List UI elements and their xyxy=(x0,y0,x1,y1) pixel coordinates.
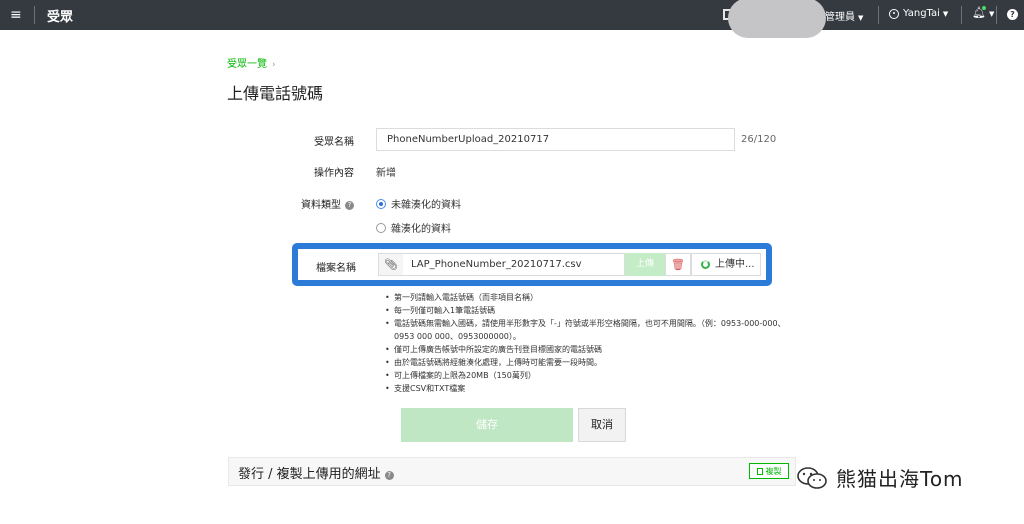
chevron-down-icon: ▼ xyxy=(988,10,995,18)
radio-label: 未雜湊化的資料 xyxy=(391,200,461,211)
radio-label: 雜湊化的資料 xyxy=(391,224,451,235)
role-dropdown[interactable]: 管理員 ▼ xyxy=(825,8,863,23)
operation-label: 操作內容 xyxy=(314,168,354,179)
wechat-logo-icon xyxy=(797,466,827,489)
upload-status: 上傳中... xyxy=(691,253,761,276)
loading-spinner-icon xyxy=(701,260,710,269)
list-item: 每一列僅可輸入1筆電話號碼 xyxy=(385,304,790,317)
breadcrumb-link-audience-list[interactable]: 受眾一覽 xyxy=(227,59,267,70)
topbar-divider xyxy=(961,6,962,24)
list-item: 第一列請輸入電話號碼（而非項目名稱） xyxy=(385,291,790,304)
watermark: 熊猫出海Tom xyxy=(796,463,964,492)
hamburger-icon[interactable]: ≡ xyxy=(10,7,22,23)
user-icon xyxy=(889,8,899,19)
page-title: 上傳電話號碼 xyxy=(227,84,324,103)
data-type-label-group: 資料類型? xyxy=(234,196,354,211)
upload-status-text: 上傳中... xyxy=(715,259,755,270)
publish-url-title-group: 發行 / 複製上傳用的網址? xyxy=(238,463,394,482)
list-item: 由於電話號碼將經雜湊化處理，上傳時可能需要一段時間。 xyxy=(385,356,790,369)
character-counter: 26/120 xyxy=(741,134,777,145)
audience-name-label: 受眾名稱 xyxy=(314,137,354,148)
topbar-divider xyxy=(878,6,879,24)
upload-instructions: 第一列請輸入電話號碼（而非項目名稱） 每一列僅可輸入1筆電話號碼 電話號碼無需輸… xyxy=(385,291,790,395)
audience-name-input[interactable] xyxy=(376,128,735,151)
list-item: 僅可上傳廣告帳號中所設定的廣告刊登目標國家的電話號碼 xyxy=(385,343,790,356)
radio-selected-icon xyxy=(376,198,386,209)
app-title: 受眾 xyxy=(47,10,74,25)
topbar-divider xyxy=(34,6,35,24)
chevron-down-icon: ▼ xyxy=(942,9,949,18)
list-item: 電話號碼無需輸入國碼，請使用半形數字及「-」符號或半形空格間隔，也可不用間隔。（… xyxy=(385,317,790,343)
account-selector-redacted[interactable] xyxy=(728,0,826,38)
list-item: 可上傳檔案的上限為20MB（150萬列） xyxy=(385,369,790,382)
data-type-label: 資料類型 xyxy=(301,200,341,211)
watermark-text: 熊猫出海Tom xyxy=(836,467,964,491)
role-label: 管理員 xyxy=(825,12,855,23)
copy-icon xyxy=(756,467,763,475)
copy-button-label: 複製 xyxy=(765,466,782,476)
operation-value: 新增 xyxy=(376,168,396,179)
chevron-down-icon: ▼ xyxy=(858,14,864,22)
breadcrumb: 受眾一覽 › xyxy=(227,55,276,70)
radio-hashed-data[interactable]: 雜湊化的資料 xyxy=(376,220,451,235)
notification-dot xyxy=(982,6,986,10)
paperclip-icon[interactable]: 📎︎ xyxy=(378,253,404,276)
info-icon[interactable]: ? xyxy=(384,471,394,480)
cancel-button[interactable]: 取消 xyxy=(578,408,626,442)
info-icon[interactable]: ? xyxy=(345,201,354,210)
list-item: 支援CSV和TXT檔案 xyxy=(385,382,790,395)
trash-icon[interactable]: 🗑︎ xyxy=(665,253,691,276)
radio-unhashed-data[interactable]: 未雜湊化的資料 xyxy=(376,196,461,211)
copy-button[interactable]: 複製 xyxy=(749,463,789,479)
user-name: YangTai xyxy=(903,8,940,19)
top-navigation-bar: ≡ 受眾 管理員 ▼ YangTai ▼ 🔔︎ ▼ ? xyxy=(0,0,1024,38)
file-name-field[interactable]: LAP_PhoneNumber_20210717.csv xyxy=(403,253,625,276)
section-title: 發行 / 複製上傳用的網址 xyxy=(238,467,381,482)
file-name-label: 檔案名稱 xyxy=(316,263,356,274)
help-icon[interactable]: ? xyxy=(1007,9,1018,20)
topbar-divider xyxy=(996,6,997,24)
upload-button[interactable]: 上傳 xyxy=(625,253,665,276)
save-button[interactable]: 儲存 xyxy=(401,408,573,442)
chevron-right-icon: › xyxy=(272,60,276,70)
user-menu[interactable]: YangTai ▼ xyxy=(889,8,948,19)
radio-unselected-icon xyxy=(376,222,386,233)
